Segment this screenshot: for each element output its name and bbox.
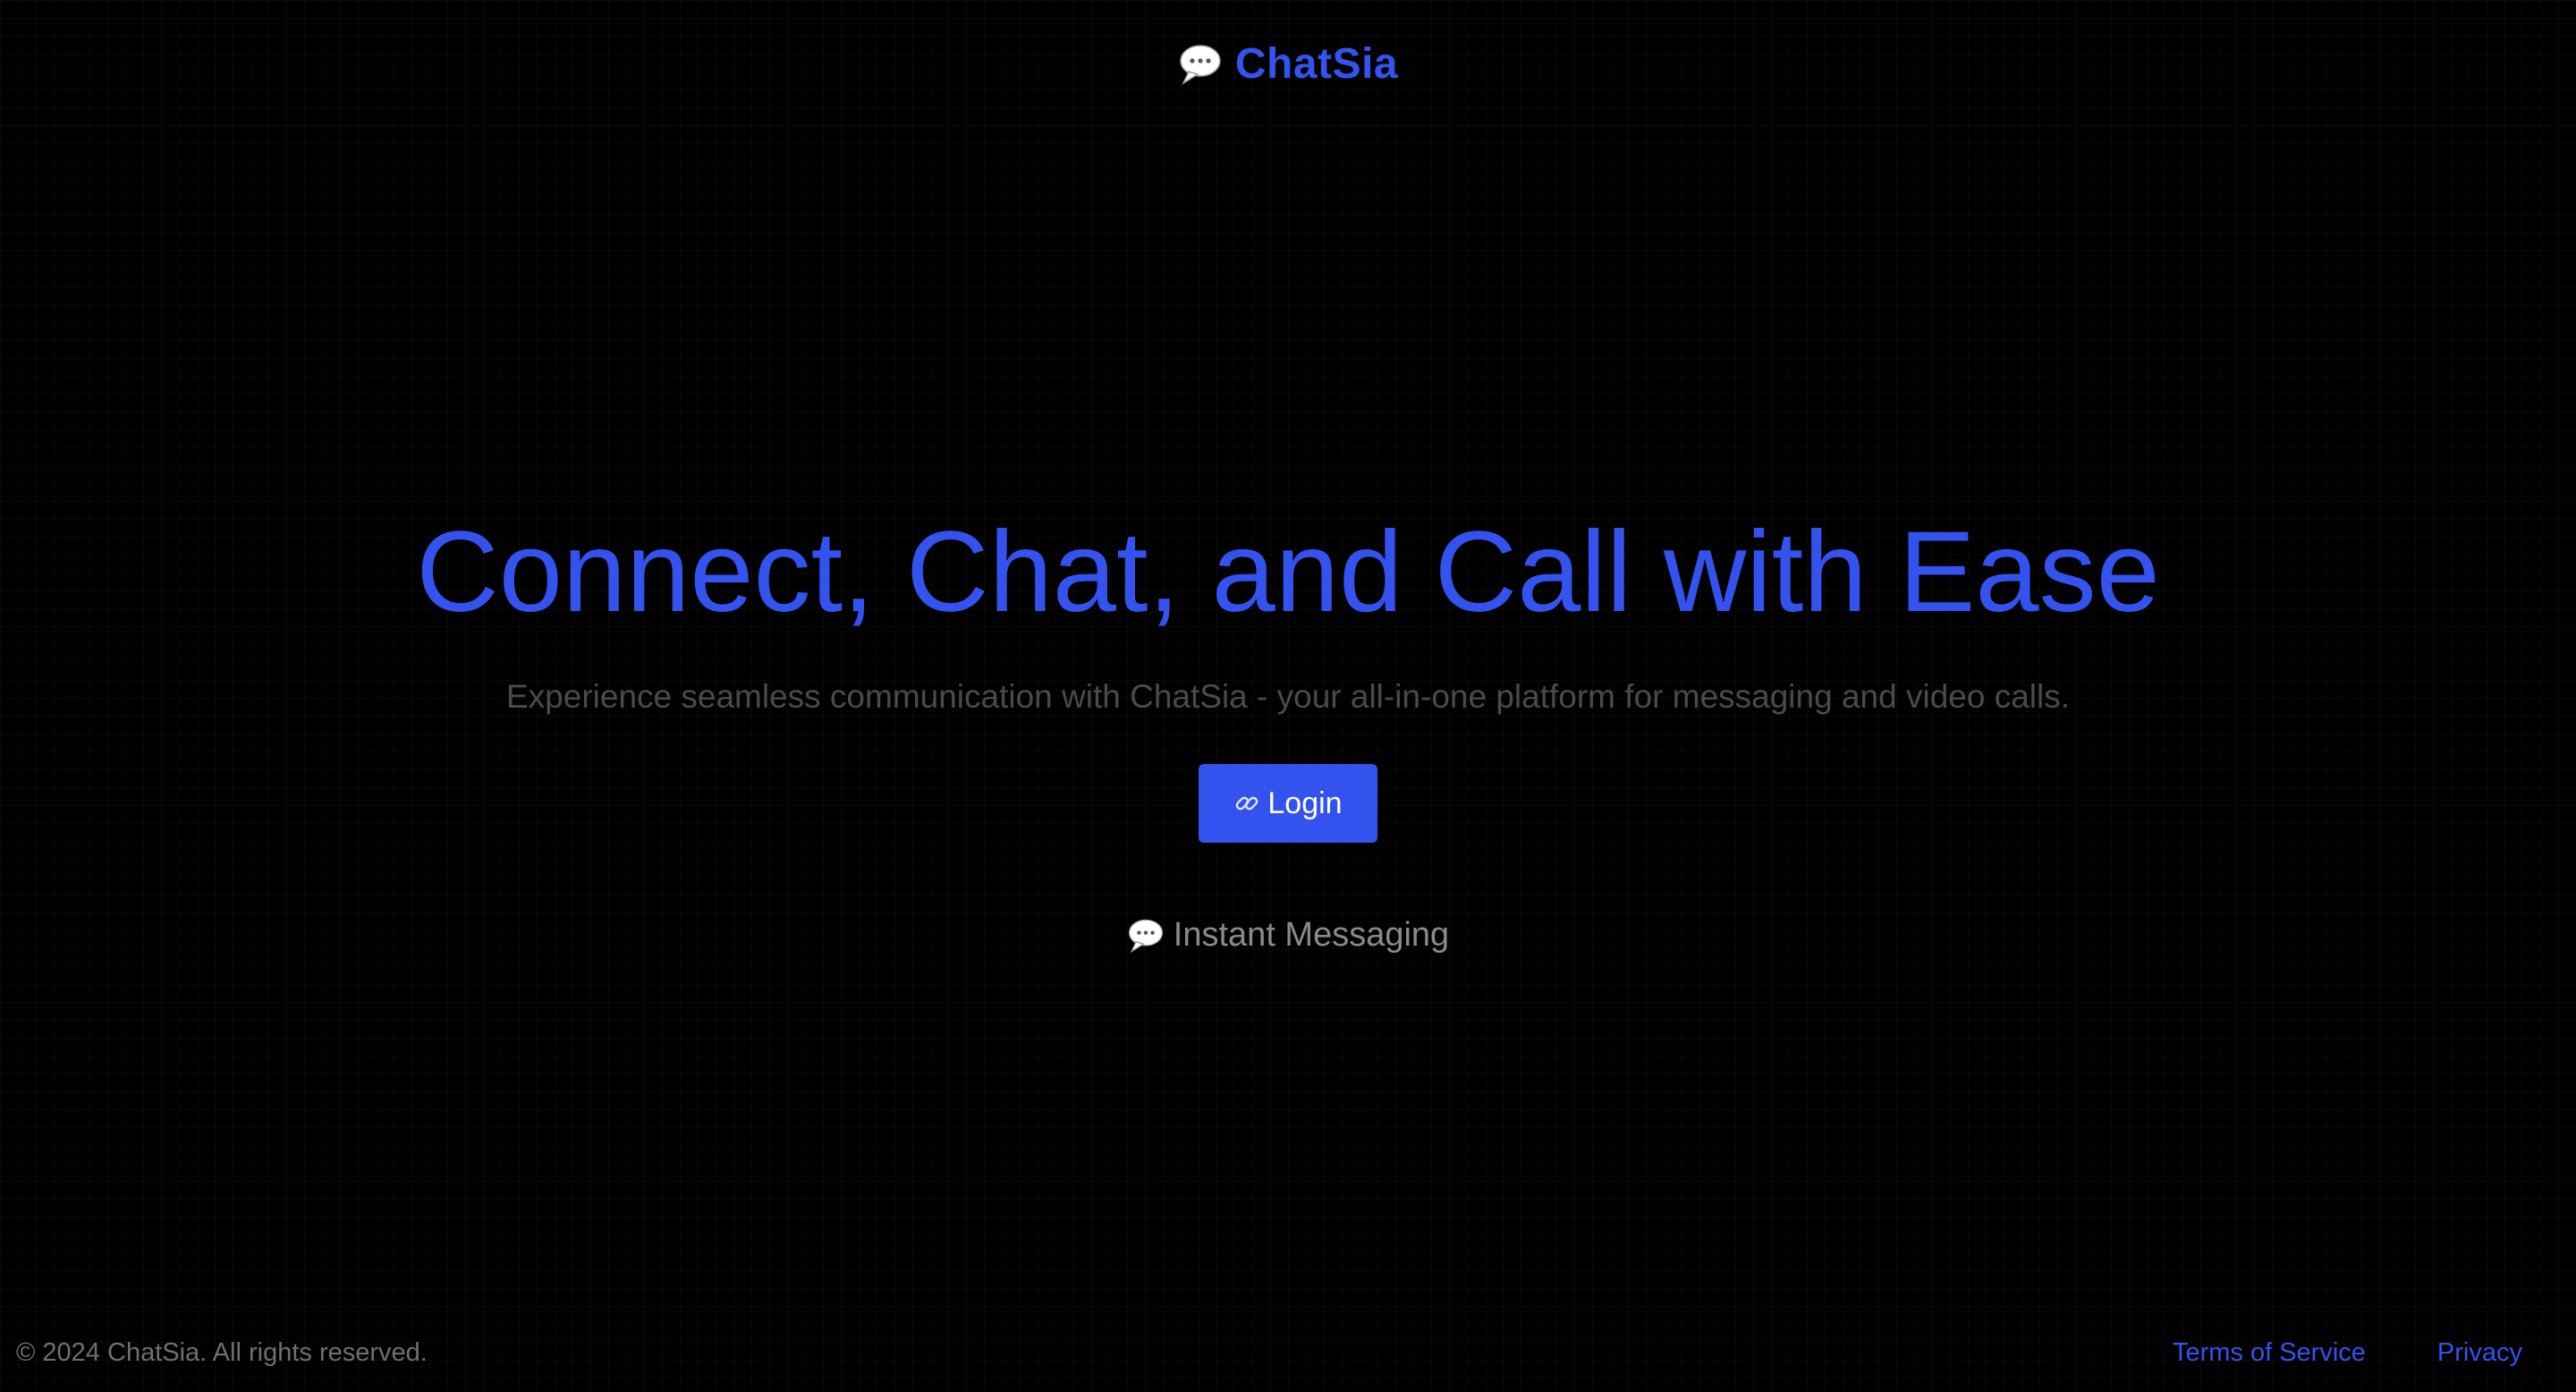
hero-title: Connect, Chat, and Call with Ease: [416, 508, 2160, 636]
speech-bubble-icon: [1127, 917, 1165, 955]
hero-subtitle: Experience seamless communication with C…: [505, 678, 2070, 715]
login-button[interactable]: Login: [1199, 764, 1377, 843]
brand-name[interactable]: ChatSia: [1235, 39, 1398, 89]
privacy-link[interactable]: Privacy: [2437, 1338, 2522, 1368]
feature-label: Instant Messaging: [1173, 916, 1450, 954]
speech-bubble-icon: [1178, 42, 1223, 87]
login-button-label: Login: [1267, 785, 1343, 820]
terms-of-service-link[interactable]: Terms of Service: [2173, 1338, 2366, 1368]
hero-section: Connect, Chat, and Call with Ease Experi…: [0, 501, 2576, 719]
feature-instant-messaging: Instant Messaging: [0, 916, 2576, 955]
link-icon: [1233, 790, 1260, 817]
footer-links: Terms of Service Privacy: [2173, 1338, 2522, 1368]
site-header: ChatSia: [0, 39, 2576, 89]
copyright-text: © 2024 ChatSia. All rights reserved.: [16, 1338, 428, 1367]
